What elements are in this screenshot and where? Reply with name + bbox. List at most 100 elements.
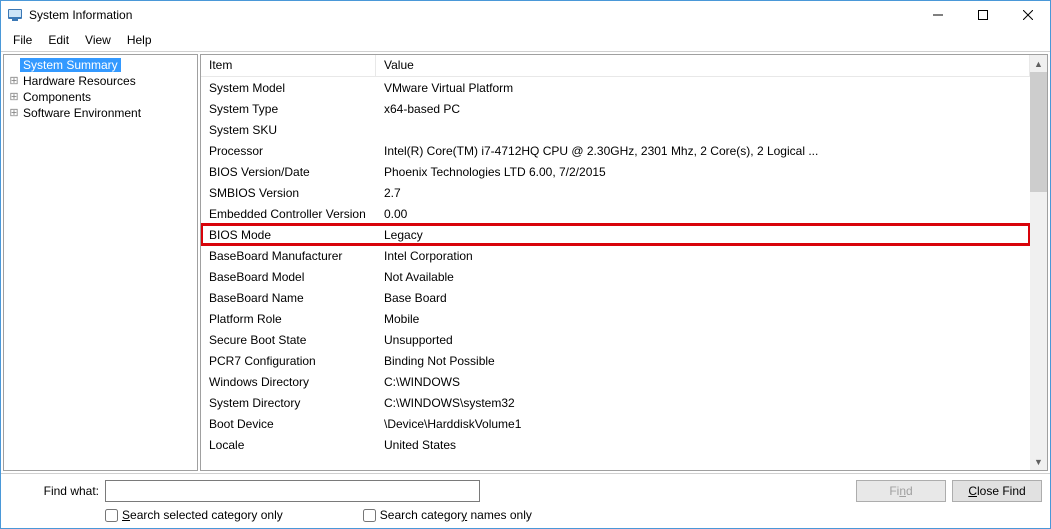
find-panel: Find what: Find Close Find Search select… (1, 473, 1050, 528)
cell-value: C:\WINDOWS (376, 375, 1030, 389)
find-label: Find what: (9, 484, 99, 498)
header-value[interactable]: Value (376, 55, 1030, 76)
table-row[interactable]: BaseBoard ModelNot Available (201, 266, 1030, 287)
find-button[interactable]: Find (856, 480, 946, 502)
cell-value: Not Available (376, 270, 1030, 284)
table-row[interactable]: Windows DirectoryC:\WINDOWS (201, 371, 1030, 392)
cell-item: Windows Directory (201, 375, 376, 389)
tree-system-summary[interactable]: System Summary (4, 57, 197, 73)
cell-item: System Type (201, 102, 376, 116)
menu-help[interactable]: Help (119, 31, 160, 49)
search-selected-category-checkbox[interactable]: Search selected category only (105, 508, 283, 522)
table-row[interactable]: System Typex64-based PC (201, 98, 1030, 119)
window-title: System Information (29, 8, 915, 22)
cell-value: Phoenix Technologies LTD 6.00, 7/2/2015 (376, 165, 1030, 179)
table-row[interactable]: System ModelVMware Virtual Platform (201, 77, 1030, 98)
tree-software-environment[interactable]: ⊞ Software Environment (4, 105, 197, 121)
cell-item: BaseBoard Name (201, 291, 376, 305)
detail-pane[interactable]: Item Value System ModelVMware Virtual Pl… (201, 55, 1030, 470)
tree-label: Hardware Resources (20, 74, 139, 88)
btn-text: d (906, 484, 913, 498)
cell-item: Boot Device (201, 417, 376, 431)
scroll-down-icon[interactable]: ▼ (1030, 453, 1047, 470)
tree-label: Components (20, 90, 94, 104)
cell-item: SMBIOS Version (201, 186, 376, 200)
find-input[interactable] (105, 480, 480, 502)
scroll-thumb[interactable] (1030, 72, 1047, 192)
cell-value: Legacy (376, 228, 1030, 242)
vertical-scrollbar[interactable]: ▲ ▼ (1030, 55, 1047, 470)
cb-text: S (122, 508, 130, 522)
menu-edit[interactable]: Edit (40, 31, 77, 49)
cb-text: earch selected category only (130, 508, 283, 522)
cell-value: 2.7 (376, 186, 1030, 200)
cb-text: names only (467, 508, 532, 522)
cell-value: x64-based PC (376, 102, 1030, 116)
checkbox-input[interactable] (363, 509, 376, 522)
minimize-button[interactable] (915, 1, 960, 29)
cell-value: Binding Not Possible (376, 354, 1030, 368)
system-information-window: System Information File Edit View Help S… (0, 0, 1051, 529)
cell-value: United States (376, 438, 1030, 452)
cell-item: BIOS Version/Date (201, 165, 376, 179)
table-row[interactable]: BIOS Version/DatePhoenix Technologies LT… (201, 161, 1030, 182)
find-row: Find what: Find Close Find (9, 480, 1042, 502)
cell-value: VMware Virtual Platform (376, 81, 1030, 95)
table-row[interactable]: Platform RoleMobile (201, 308, 1030, 329)
tree-pane[interactable]: System Summary ⊞ Hardware Resources ⊞ Co… (3, 54, 198, 471)
scroll-track[interactable] (1030, 72, 1047, 453)
cell-item: BaseBoard Model (201, 270, 376, 284)
table-row[interactable]: BIOS ModeLegacy (201, 224, 1030, 245)
cell-value: C:\WINDOWS\system32 (376, 396, 1030, 410)
cell-item: Secure Boot State (201, 333, 376, 347)
btn-text: lose Find (977, 484, 1026, 498)
tree-label: Software Environment (20, 106, 144, 120)
table-row[interactable]: BaseBoard ManufacturerIntel Corporation (201, 245, 1030, 266)
search-category-names-checkbox[interactable]: Search category names only (363, 508, 532, 522)
btn-text: C (968, 484, 977, 498)
window-controls (915, 1, 1050, 29)
header-item[interactable]: Item (201, 55, 376, 76)
table-row[interactable]: Boot Device\Device\HarddiskVolume1 (201, 413, 1030, 434)
cell-value: Base Board (376, 291, 1030, 305)
maximize-button[interactable] (960, 1, 1005, 29)
tree-label: System Summary (20, 58, 121, 72)
detail-wrap: Item Value System ModelVMware Virtual Pl… (200, 54, 1048, 471)
app-icon (7, 7, 23, 23)
cell-item: PCR7 Configuration (201, 354, 376, 368)
table-row[interactable]: LocaleUnited States (201, 434, 1030, 455)
expand-icon[interactable]: ⊞ (8, 76, 20, 87)
expand-icon[interactable]: ⊞ (8, 108, 20, 119)
find-options: Search selected category only Search cat… (9, 508, 1042, 522)
cell-item: Locale (201, 438, 376, 452)
table-row[interactable]: System DirectoryC:\WINDOWS\system32 (201, 392, 1030, 413)
cell-item: Processor (201, 144, 376, 158)
tree-components[interactable]: ⊞ Components (4, 89, 197, 105)
cell-item: BaseBoard Manufacturer (201, 249, 376, 263)
table-row[interactable]: Secure Boot StateUnsupported (201, 329, 1030, 350)
table-row[interactable]: Embedded Controller Version0.00 (201, 203, 1030, 224)
cell-item: System Directory (201, 396, 376, 410)
scroll-up-icon[interactable]: ▲ (1030, 55, 1047, 72)
cell-value: \Device\HarddiskVolume1 (376, 417, 1030, 431)
close-find-button[interactable]: Close Find (952, 480, 1042, 502)
rows-container: System ModelVMware Virtual PlatformSyste… (201, 77, 1030, 455)
tree-hardware-resources[interactable]: ⊞ Hardware Resources (4, 73, 197, 89)
cell-value: Intel Corporation (376, 249, 1030, 263)
cell-value: 0.00 (376, 207, 1030, 221)
menu-file[interactable]: File (5, 31, 40, 49)
table-row[interactable]: ProcessorIntel(R) Core(TM) i7-4712HQ CPU… (201, 140, 1030, 161)
cell-value: Mobile (376, 312, 1030, 326)
expand-icon[interactable]: ⊞ (8, 92, 20, 103)
table-row[interactable]: SMBIOS Version2.7 (201, 182, 1030, 203)
cell-value: Unsupported (376, 333, 1030, 347)
table-row[interactable]: System SKU (201, 119, 1030, 140)
close-button[interactable] (1005, 1, 1050, 29)
checkbox-input[interactable] (105, 509, 118, 522)
table-row[interactable]: BaseBoard NameBase Board (201, 287, 1030, 308)
titlebar[interactable]: System Information (1, 1, 1050, 29)
table-row[interactable]: PCR7 ConfigurationBinding Not Possible (201, 350, 1030, 371)
menubar: File Edit View Help (1, 29, 1050, 51)
btn-text: Fi (889, 484, 899, 498)
menu-view[interactable]: View (77, 31, 119, 49)
